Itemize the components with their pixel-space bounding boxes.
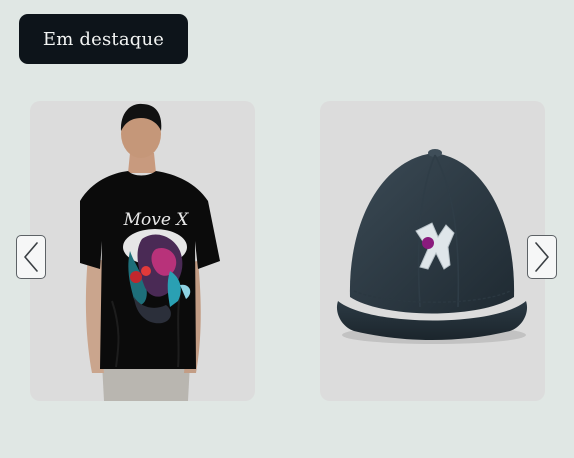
chevron-left-icon <box>24 242 38 272</box>
carousel-prev-button[interactable] <box>16 235 46 279</box>
featured-badge[interactable]: Em destaque <box>19 14 188 64</box>
featured-label: Em destaque <box>42 28 165 50</box>
carousel-next-button[interactable] <box>527 235 557 279</box>
tshirt-print-text: Move X <box>123 210 190 230</box>
chevron-right-icon <box>535 242 549 272</box>
product-card-tshirt[interactable]: Move X <box>30 101 255 401</box>
product-card-cap[interactable] <box>320 101 545 401</box>
tshirt-image: Move X <box>80 103 220 401</box>
cap-image <box>336 149 528 344</box>
